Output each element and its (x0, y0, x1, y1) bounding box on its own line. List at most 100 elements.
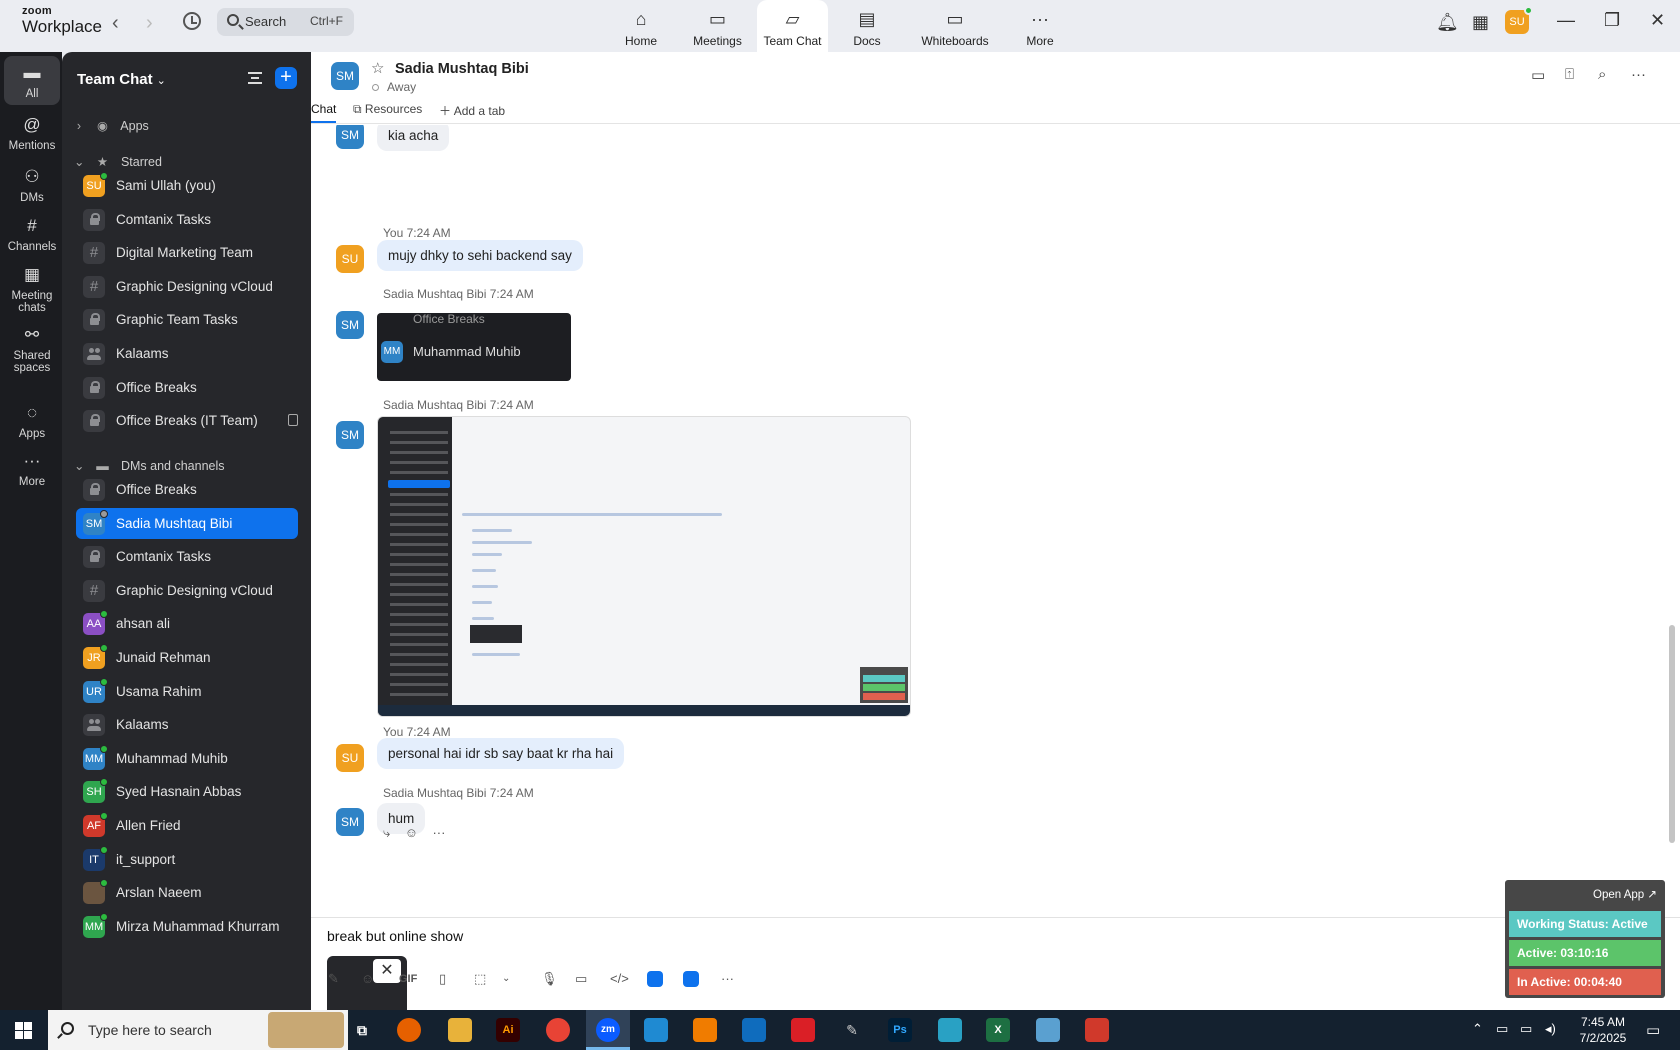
avatar[interactable]: SM (336, 125, 364, 149)
sidebar-item[interactable]: Comtanix Tasks (76, 204, 298, 235)
calendar-icon[interactable]: ▦ (1472, 12, 1489, 33)
sidebar-item[interactable]: Kalaams (76, 709, 298, 740)
app-shortcut-icon[interactable] (647, 971, 663, 987)
forward-arrow-icon[interactable]: › (146, 12, 153, 35)
outlook-icon[interactable] (742, 1018, 766, 1042)
topnav-whiteboards[interactable]: ▭ Whiteboards (910, 0, 1000, 52)
rail-more[interactable]: ··· More (4, 450, 60, 488)
minimize-icon[interactable]: — (1557, 10, 1575, 31)
screenshot-attachment[interactable] (377, 416, 911, 717)
xampp-icon[interactable] (693, 1018, 717, 1042)
sidebar-item[interactable]: Office Breaks (76, 372, 298, 403)
firefox-icon[interactable] (397, 1018, 421, 1042)
app-shortcut-icon[interactable] (683, 971, 699, 987)
scrollbar[interactable] (1669, 625, 1675, 843)
emoji-reaction-icon[interactable]: ☺ (405, 825, 418, 840)
rail-apps[interactable]: ◌ Apps (4, 402, 60, 440)
section-apps[interactable]: › ◉ Apps (74, 118, 149, 133)
image-attachment[interactable]: Office Breaks MM Muhammad Muhib (377, 313, 571, 381)
bell-icon[interactable]: 🔔︎ (1436, 12, 1459, 33)
sidebar-item[interactable]: SU Sami Ullah (you) (76, 170, 298, 201)
notifications-icon[interactable]: ▭ (1646, 1021, 1660, 1039)
pen-tool-icon[interactable]: ✎ (840, 1018, 864, 1042)
remove-attachment-button[interactable]: ✕ (373, 959, 401, 983)
search-box[interactable]: Search Ctrl+F (217, 8, 354, 36)
channel-name[interactable]: Sadia Mushtaq Bibi (395, 61, 529, 77)
avatar[interactable]: SM (336, 311, 364, 339)
back-arrow-icon[interactable]: ‹ (112, 12, 119, 35)
illustrator-icon[interactable]: Ai (496, 1018, 520, 1042)
sidebar-item[interactable]: Kalaams (76, 338, 298, 369)
photoshop-icon[interactable]: Ps (888, 1018, 912, 1042)
sidebar-item[interactable]: AA ahsan ali (76, 608, 298, 639)
file-explorer-icon[interactable] (448, 1018, 472, 1042)
taskbar-search[interactable]: Type here to search (48, 1010, 348, 1050)
more-options-icon[interactable]: ··· (1631, 66, 1646, 83)
new-chat-button[interactable]: + (275, 67, 297, 89)
app-icon[interactable] (938, 1018, 962, 1042)
sidebar-item[interactable]: MM Mirza Muhammad Khurram (76, 911, 298, 942)
windows-start-icon[interactable] (15, 1022, 32, 1039)
app-icon[interactable] (1036, 1018, 1060, 1042)
topnav-home[interactable]: ⌂ Home (606, 0, 676, 52)
close-icon[interactable]: ✕ (1650, 10, 1665, 31)
open-app-link[interactable]: Open App ↗ (1593, 887, 1657, 901)
star-icon[interactable]: ☆ (371, 59, 384, 77)
message-composer[interactable]: break but online show ✕ (311, 917, 1680, 1024)
topnav-docs[interactable]: ▤ Docs (832, 0, 902, 52)
sidebar-item[interactable]: AF Allen Fried (76, 810, 298, 841)
sidebar-item[interactable]: SM Sadia Mushtaq Bibi (76, 507, 298, 539)
rail-channels[interactable]: # Channels (4, 215, 60, 253)
maximize-icon[interactable]: ❐ (1604, 10, 1620, 31)
reply-icon[interactable]: ⤷ (383, 825, 390, 840)
tab-chat[interactable]: Chat (311, 102, 337, 123)
file-icon[interactable]: ▯ (439, 971, 446, 987)
video-message-icon[interactable]: ▭ (575, 971, 587, 987)
tray-app-icon[interactable]: ▭ (1496, 1021, 1508, 1037)
tab-add[interactable]: ＋ Add a tab (439, 102, 505, 119)
sidebar-title[interactable]: Team Chat ⌄ (77, 71, 166, 88)
avatar[interactable]: SU (336, 245, 364, 273)
emoji-icon[interactable]: ☺ (361, 971, 374, 986)
chevron-down-icon[interactable]: ⌄ (502, 973, 510, 984)
volume-icon[interactable]: ◂) (1545, 1021, 1556, 1037)
sidebar-item[interactable]: SH Syed Hasnain Abbas (76, 776, 298, 807)
avatar[interactable]: SM (336, 808, 364, 836)
sidebar-item[interactable]: Office Breaks (IT Team) (76, 405, 298, 436)
video-call-icon[interactable]: ▭ (1531, 66, 1545, 84)
rail-shared-spaces[interactable]: ⚯ Shared spaces (4, 324, 60, 374)
more-options-icon[interactable]: ··· (432, 825, 445, 840)
topnav-more[interactable]: ··· More (1005, 0, 1075, 52)
rail-dms[interactable]: ⚇ DMs (4, 166, 60, 204)
sidebar-item[interactable]: # Graphic Designing vCloud (76, 575, 298, 606)
topnav-team-chat[interactable]: ▱ Team Chat (757, 0, 828, 52)
vscode-icon[interactable] (644, 1018, 668, 1042)
sidebar-item[interactable]: Arslan Naeem (76, 877, 298, 908)
message-input[interactable]: break but online show (327, 928, 463, 944)
gif-button[interactable]: GIF (399, 973, 417, 985)
chrome-icon[interactable] (546, 1018, 570, 1042)
history-icon[interactable] (183, 12, 201, 30)
sidebar-item[interactable]: UR Usama Rahim (76, 676, 298, 707)
rail-all[interactable]: ▬ All (4, 56, 60, 106)
tab-resources[interactable]: ⧉ Resources (353, 102, 422, 117)
code-icon[interactable]: </> (610, 971, 629, 986)
app-icon[interactable] (1085, 1018, 1109, 1042)
filter-icon[interactable] (248, 72, 262, 84)
task-view-icon[interactable]: ⧉ (350, 1018, 374, 1042)
sidebar-item[interactable]: # Digital Marketing Team (76, 237, 298, 268)
chevron-up-icon[interactable]: ⌃ (1472, 1021, 1483, 1037)
search-icon[interactable]: ⌕ (1598, 66, 1606, 83)
sidebar-item[interactable]: # Graphic Designing vCloud (76, 271, 298, 302)
creative-cloud-icon[interactable] (791, 1018, 815, 1042)
sidebar-item[interactable]: MM Muhammad Muhib (76, 743, 298, 774)
rail-mentions[interactable]: @ Mentions (4, 114, 60, 152)
sidebar-item[interactable]: Office Breaks (76, 474, 298, 505)
taskbar-clock[interactable]: 7:45 AM 7/2/2025 (1568, 1014, 1638, 1046)
zoom-icon[interactable]: zm (596, 1018, 620, 1042)
format-icon[interactable]: ✎ (328, 971, 339, 987)
section-starred[interactable]: ⌄ ★ Starred (74, 154, 162, 169)
more-options-icon[interactable]: ··· (721, 971, 734, 986)
sidebar-item[interactable]: IT it_support (76, 844, 298, 875)
network-icon[interactable]: ▭ (1520, 1021, 1532, 1037)
